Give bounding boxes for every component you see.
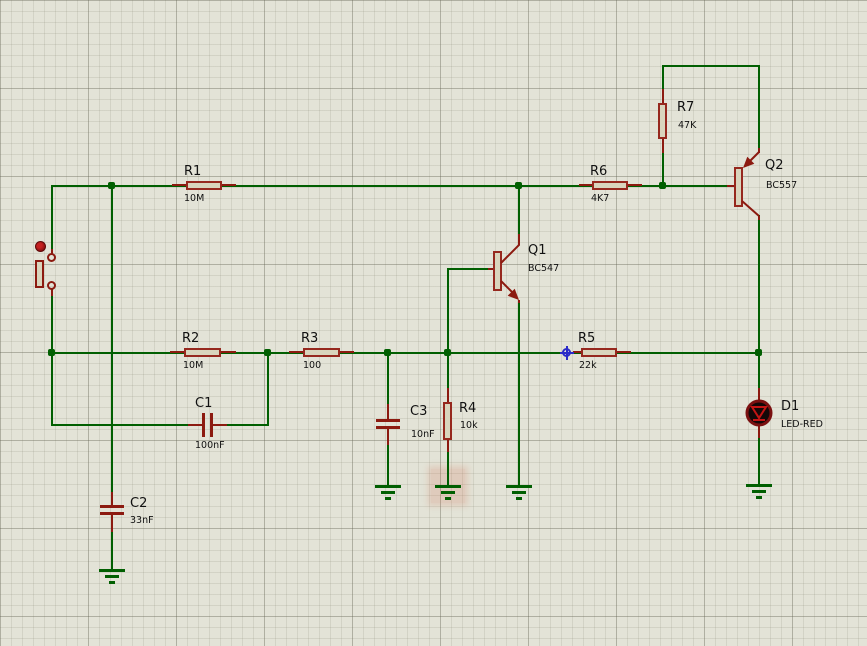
wire[interactable] xyxy=(52,424,190,426)
wire[interactable] xyxy=(758,436,760,487)
wire[interactable] xyxy=(663,65,760,67)
c3-value: 10nF xyxy=(411,429,435,440)
q1-value: BC547 xyxy=(528,263,560,274)
wire[interactable] xyxy=(111,185,113,496)
junction-dot xyxy=(384,349,391,356)
wire[interactable] xyxy=(518,300,520,487)
r3-value: 100 xyxy=(303,360,322,371)
r2-ref: R2 xyxy=(182,331,200,346)
wire[interactable] xyxy=(51,185,53,255)
wire[interactable] xyxy=(52,352,760,354)
c1-ref: C1 xyxy=(195,396,213,411)
r5-ref: R5 xyxy=(578,331,596,346)
d1-value: LED-RED xyxy=(781,419,823,430)
junction-dot xyxy=(264,349,271,356)
junction-dot xyxy=(444,349,451,356)
junction-dot xyxy=(755,349,762,356)
button-contact xyxy=(47,281,56,290)
wire[interactable] xyxy=(225,424,269,426)
c1-value: 100nF xyxy=(195,440,225,451)
ground-symbol[interactable] xyxy=(435,485,461,501)
r7-ref: R7 xyxy=(677,100,695,115)
ground-symbol[interactable] xyxy=(375,485,401,501)
r3-ref: R3 xyxy=(301,331,319,346)
junction-dot xyxy=(515,182,522,189)
ground-symbol[interactable] xyxy=(99,569,125,585)
r2-value: 10M xyxy=(183,360,204,371)
r6-value: 4K7 xyxy=(591,193,610,204)
wire[interactable] xyxy=(387,443,389,487)
q1-ref: Q1 xyxy=(528,243,547,258)
r4-value: 10k xyxy=(460,420,478,431)
c2-ref: C2 xyxy=(130,496,148,511)
r4-ref: R4 xyxy=(459,401,477,416)
wire[interactable] xyxy=(387,352,389,406)
q2-value: BC557 xyxy=(766,180,798,191)
wire[interactable] xyxy=(267,352,269,426)
r1-ref: R1 xyxy=(184,164,202,179)
button-plunger-icon xyxy=(35,260,44,288)
wire[interactable] xyxy=(51,352,53,426)
wire[interactable] xyxy=(111,531,113,572)
r7-value: 47K xyxy=(678,120,697,131)
c2-value: 33nF xyxy=(130,515,154,526)
ground-symbol[interactable] xyxy=(746,484,772,500)
q2-ref: Q2 xyxy=(765,158,784,173)
r6-ref: R6 xyxy=(590,164,608,179)
wire[interactable] xyxy=(51,288,53,354)
d1-ref: D1 xyxy=(781,399,800,414)
wire[interactable] xyxy=(758,215,760,391)
junction-dot xyxy=(108,182,115,189)
schematic-canvas[interactable]: R1 10M R6 4K7 R7 47K R2 10M R3 100 R5 22… xyxy=(0,0,867,646)
r5-value: 22k xyxy=(579,360,597,371)
origin-marker-icon xyxy=(560,346,574,360)
button-contact xyxy=(47,253,56,262)
r1-value: 10M xyxy=(184,193,205,204)
c3-ref: C3 xyxy=(410,404,428,419)
ground-symbol[interactable] xyxy=(506,485,532,501)
junction-dot xyxy=(659,182,666,189)
junction-dot xyxy=(48,349,55,356)
button-actuator-icon[interactable] xyxy=(35,241,46,252)
